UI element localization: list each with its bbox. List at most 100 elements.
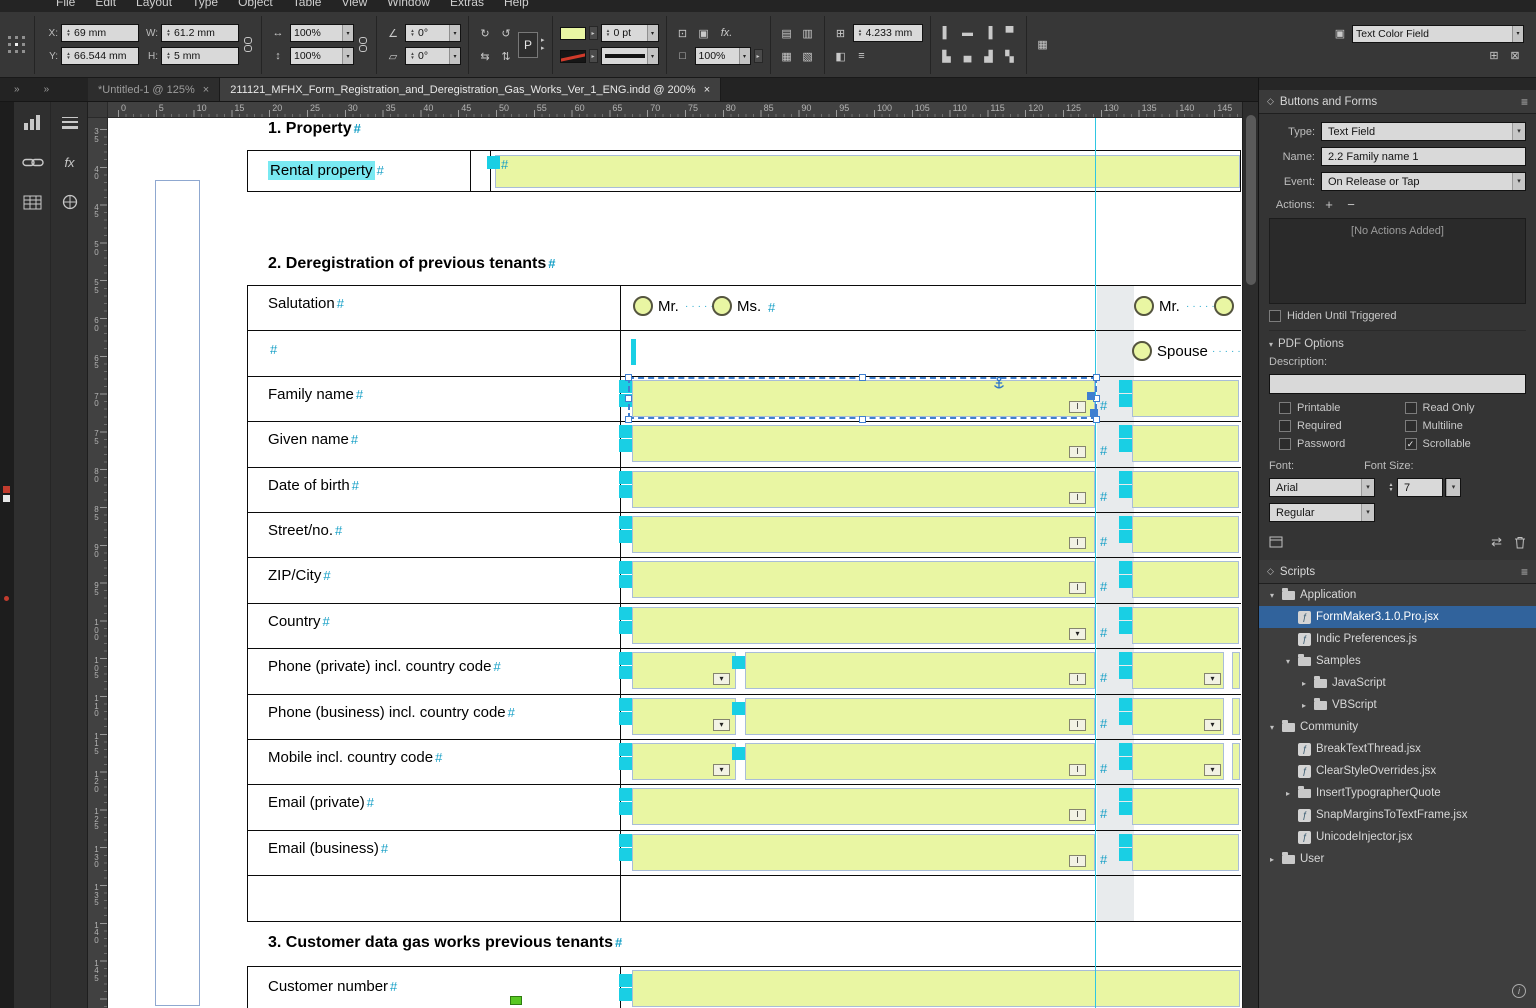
folder-inserttypographerquote[interactable]: ▸ InsertTypographerQuote <box>1259 782 1536 804</box>
corner-radius-input[interactable]: ▲ ▼ 4.233 mm <box>852 24 923 42</box>
form-field-street-no--2[interactable] <box>1132 516 1239 553</box>
font-family-select[interactable]: Arial ▾ <box>1269 478 1375 497</box>
disclosure-icon[interactable]: ▸ <box>1283 789 1293 798</box>
align-right-button[interactable]: ▐ <box>980 25 998 41</box>
menu-window[interactable]: Window <box>377 0 440 9</box>
folder-community[interactable]: ▾ Community <box>1259 716 1536 738</box>
flip-vertical-button[interactable]: ⇅ <box>497 48 515 64</box>
menu-file[interactable]: File <box>46 0 85 9</box>
script-formmaker3-1-0-pro-jsx[interactable]: ƒ FormMaker3.1.0.Pro.jsx <box>1259 606 1536 628</box>
stepper-arrows-icon[interactable]: ▲ ▼ <box>1387 482 1395 493</box>
stroke-color-swatch[interactable] <box>559 49 586 63</box>
spouse-radio[interactable] <box>1132 341 1152 361</box>
checkbox-icon[interactable] <box>1279 402 1291 414</box>
effects-panel-icon[interactable]: fx <box>51 142 88 182</box>
grid-options-icon[interactable]: ▦ <box>1034 37 1052 53</box>
script-snapmarginstotextframe-jsx[interactable]: ƒ SnapMarginsToTextFrame.jsx <box>1259 804 1536 826</box>
opacity-input[interactable]: 100% ▾ <box>694 47 751 65</box>
hidden-until-triggered-checkbox[interactable]: Hidden Until Triggered <box>1269 310 1526 322</box>
scrollable-checkbox[interactable]: ✓ Scrollable <box>1404 438 1527 450</box>
empty-text-frame[interactable] <box>155 180 200 1006</box>
document-canvas[interactable]: 1. Property # Rental property # #2. Deregist… <box>108 118 1242 1008</box>
panel-collapse-icon[interactable]: ◇ <box>1267 96 1274 107</box>
form-field-zip-city[interactable] <box>632 561 1095 598</box>
scale-x-input[interactable]: 100% ▾ <box>290 24 354 42</box>
preview-panel-icon[interactable] <box>1269 536 1283 548</box>
selection-handle[interactable] <box>625 416 632 423</box>
selection-handle[interactable] <box>1087 392 1095 400</box>
disclosure-icon[interactable]: ▸ <box>1299 679 1309 688</box>
checkbox-icon[interactable] <box>1279 438 1291 450</box>
reference-point-proxy[interactable] <box>6 34 27 55</box>
auto-fit-button[interactable]: ≡ <box>853 48 871 64</box>
selection-handle[interactable] <box>625 395 632 402</box>
required-checkbox[interactable]: Required <box>1279 420 1401 432</box>
read-only-checkbox[interactable]: Read Only <box>1404 402 1527 414</box>
buttons-and-forms-header[interactable]: ◇ Buttons and Forms ≡ <box>1259 90 1536 114</box>
checkbox-icon[interactable] <box>1404 402 1417 414</box>
menu-help[interactable]: Help <box>494 0 539 9</box>
salutation-ms-radio[interactable] <box>712 296 732 316</box>
form-field-email-private-[interactable] <box>632 788 1095 825</box>
checkbox-icon[interactable] <box>1269 310 1281 322</box>
folder-samples[interactable]: ▾ Samples <box>1259 650 1536 672</box>
add-action-button[interactable]: + <box>1321 197 1337 212</box>
menu-extras[interactable]: Extras <box>440 0 494 9</box>
stroke-weight-input[interactable]: ▲ ▼ 0 pt ▾ <box>600 24 659 42</box>
ruler-guide[interactable] <box>1095 118 1096 1008</box>
selection-handle[interactable] <box>1093 374 1100 381</box>
color-panel-icon[interactable] <box>51 182 88 222</box>
dock-collapse-icon[interactable]: » <box>14 84 20 95</box>
form-field-country-2[interactable] <box>1132 607 1239 644</box>
description-input[interactable] <box>1269 374 1526 394</box>
rotate-cw-button[interactable]: ↻ <box>476 25 494 41</box>
wrap-around-button[interactable]: ▥ <box>799 25 817 41</box>
folder-user[interactable]: ▸ User <box>1259 848 1536 870</box>
selection-handle[interactable] <box>1093 416 1100 423</box>
y-position-input[interactable]: ▲ ▼ 66.544 mm <box>61 47 139 65</box>
menu-type[interactable]: Type <box>182 0 228 9</box>
distribute-space-button[interactable]: ▚ <box>1001 48 1019 64</box>
wrap-skip-button[interactable]: ▧ <box>799 48 817 64</box>
disclosure-icon[interactable]: ▾ <box>1283 657 1293 666</box>
form-field-zip-city-2[interactable] <box>1132 561 1239 598</box>
field-name-input[interactable]: 2.2 Family name 1 <box>1321 147 1526 166</box>
form-field-email-private--2[interactable] <box>1132 788 1239 825</box>
vertical-ruler[interactable]: 3 5 4 0 4 5 5 0 5 5 6 0 6 5 7 0 7 5 8 0 8 5 9 0 9 5 1… <box>88 118 108 1008</box>
menu-layout[interactable]: Layout <box>126 0 182 9</box>
shear-input[interactable]: ▲ ▼ 0° ▾ <box>405 47 461 65</box>
frame-fitting-icon[interactable]: ▣ <box>695 25 713 41</box>
distribute-center-button[interactable]: ▄ <box>959 48 977 64</box>
form-field-country[interactable] <box>632 607 1095 644</box>
horizontal-ruler[interactable]: 0 5 10 15 20 25 30 35 40 45 50 55 60 65 70 75 80 85 90 95 10… <box>108 102 1242 118</box>
constrain-scale-icon[interactable] <box>357 37 369 52</box>
form-field-customer-number[interactable] <box>632 970 1240 1007</box>
multiline-checkbox[interactable]: Multiline <box>1404 420 1527 432</box>
font-size-stepper[interactable]: ▲ ▼ 7 ▾ <box>1387 478 1461 497</box>
salutation2-mr-radio[interactable] <box>1134 296 1154 316</box>
document-tab[interactable]: *Untitled-1 @ 125% × <box>88 78 221 101</box>
wrap-none-button[interactable]: ▤ <box>778 25 796 41</box>
event-select[interactable]: On Release or Tap ▾ <box>1321 172 1526 191</box>
object-style-select[interactable]: Text Color Field ▾ <box>1352 24 1524 43</box>
remove-action-button[interactable]: − <box>1343 197 1359 212</box>
distribute-right-button[interactable]: ▟ <box>980 48 998 64</box>
scale-y-input[interactable]: 100% ▾ <box>290 47 354 65</box>
wrap-jump-button[interactable]: ▦ <box>778 48 796 64</box>
style-clear-icon[interactable]: ⊠ <box>1506 48 1524 64</box>
form-field-date-of-birth[interactable] <box>632 471 1095 508</box>
delete-icon[interactable] <box>1514 536 1526 549</box>
form-field-email-business--2[interactable] <box>1132 834 1239 871</box>
tab-close-icon[interactable]: × <box>203 84 209 96</box>
form-field-email-business-[interactable] <box>632 834 1095 871</box>
style-new-icon[interactable]: ⊞ <box>1485 48 1503 64</box>
fill-color-swatch[interactable] <box>559 26 586 40</box>
stroke-expander-icon[interactable]: ▸ <box>588 49 598 63</box>
printable-checkbox[interactable]: Printable <box>1279 402 1401 414</box>
fill-expander-icon[interactable]: ▸ <box>588 26 598 40</box>
scripts-panel-header[interactable]: ◇ Scripts ≡ <box>1259 560 1536 584</box>
dock-collapse-icon[interactable]: » <box>44 84 50 95</box>
disclosure-icon[interactable]: ▾ <box>1267 723 1277 732</box>
selection-handle[interactable] <box>859 374 866 381</box>
align-left-button[interactable]: ▌ <box>938 25 956 41</box>
